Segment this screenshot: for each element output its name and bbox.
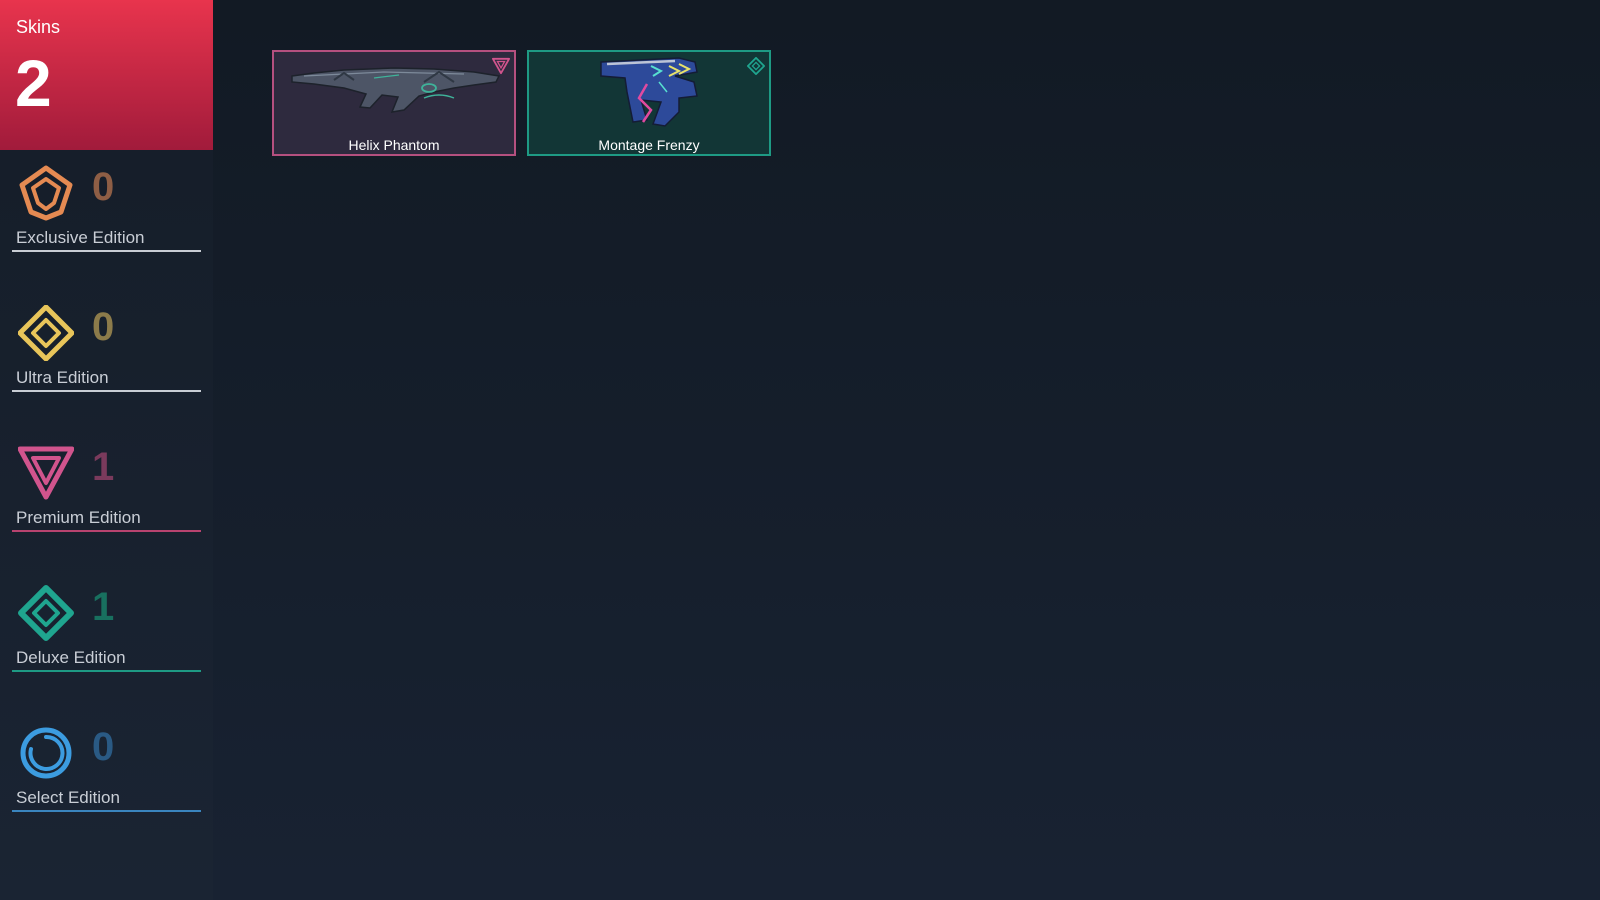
tier-exclusive-divider	[12, 250, 201, 252]
tier-deluxe-label: Deluxe Edition	[16, 648, 126, 667]
tier-premium-label: Premium Edition	[16, 508, 141, 527]
tier-deluxe-count: 1	[92, 585, 115, 629]
deluxe-edition-icon	[747, 57, 765, 75]
premium-edition-icon	[492, 57, 510, 75]
tier-ultra-label: Ultra Edition	[16, 368, 109, 387]
total-skins-count: 2	[15, 46, 52, 120]
tier-select[interactable]: 0 Select Edition	[0, 725, 213, 825]
tier-premium-divider	[12, 530, 201, 532]
tier-ultra-divider	[12, 390, 201, 392]
skin-card-helix-phantom[interactable]: Helix Phantom	[272, 50, 516, 156]
sidebar: Skins 2 0 Exclusive Edition 0 Ultra Edit…	[0, 0, 213, 900]
tier-ultra[interactable]: 0 Ultra Edition	[0, 305, 213, 405]
tier-deluxe-divider	[12, 670, 201, 672]
select-edition-icon	[20, 727, 72, 779]
tier-deluxe[interactable]: 1 Deluxe Edition	[0, 585, 213, 685]
tier-exclusive[interactable]: 0 Exclusive Edition	[0, 165, 213, 265]
tier-exclusive-label: Exclusive Edition	[16, 228, 145, 247]
deluxe-edition-icon	[18, 585, 74, 641]
premium-edition-icon	[18, 446, 74, 500]
skin-name: Montage Frenzy	[598, 137, 700, 153]
helix-phantom-weapon-image	[291, 67, 501, 113]
tier-exclusive-count: 0	[92, 165, 115, 209]
ultra-edition-icon	[18, 305, 74, 361]
total-skins-panel: Skins 2	[0, 0, 213, 150]
tier-select-label: Select Edition	[16, 788, 120, 807]
total-skins-label: Skins	[16, 17, 61, 37]
montage-frenzy-weapon-image	[600, 57, 698, 127]
tier-select-count: 0	[92, 725, 115, 769]
tier-ultra-count: 0	[92, 305, 115, 349]
skin-name: Helix Phantom	[348, 137, 440, 153]
tier-select-divider	[12, 810, 201, 812]
tier-premium-count: 1	[92, 445, 115, 489]
skin-card-montage-frenzy[interactable]: Montage Frenzy	[527, 50, 771, 156]
tier-premium[interactable]: 1 Premium Edition	[0, 445, 213, 545]
exclusive-edition-icon	[19, 165, 73, 221]
